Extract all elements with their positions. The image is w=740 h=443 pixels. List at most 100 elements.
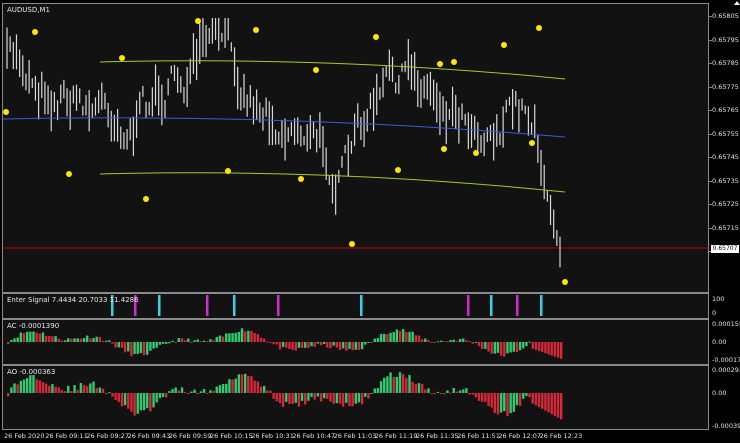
- ac-histogram-bar: [509, 342, 512, 353]
- ac-histogram-bar: [547, 342, 550, 355]
- time-axis-label: 26 Feb 10:31: [251, 432, 294, 440]
- fractal-marker: [253, 27, 259, 33]
- enter-signal-bar: [233, 295, 236, 316]
- ao-histogram-bar: [547, 393, 550, 413]
- ac-histogram-bar: [237, 331, 241, 342]
- ao-histogram-bar: [266, 390, 269, 393]
- ac-histogram-bar: [332, 342, 335, 346]
- chart-shift-icon[interactable]: [734, 1, 740, 5]
- ao-histogram-bar: [127, 393, 130, 409]
- ao-histogram-bar: [430, 393, 433, 394]
- ao-histogram-bar: [468, 393, 471, 395]
- ao-pane[interactable]: AO -0.000363: [2, 365, 709, 430]
- ao-histogram-bar: [95, 388, 98, 393]
- ao-histogram-bar: [206, 393, 209, 394]
- ac-histogram-bar: [433, 342, 436, 343]
- ao-histogram-bar: [174, 387, 177, 393]
- price-scale-label: 0.65775: [712, 82, 739, 91]
- ao-histogram-bar: [471, 393, 474, 395]
- ao-histogram-bar: [275, 393, 278, 402]
- ao-histogram-bar: [225, 383, 228, 393]
- ao-histogram-bar: [345, 393, 348, 403]
- ao-histogram-bar: [29, 375, 32, 393]
- ao-histogram-bar: [54, 386, 57, 393]
- ac-histogram-bar: [127, 342, 130, 352]
- ao-histogram-bar: [541, 393, 544, 409]
- ao-histogram-bar: [244, 373, 247, 393]
- ac-histogram-bar: [525, 342, 528, 347]
- ao-histogram-bar: [417, 383, 421, 393]
- time-axis-label: 26 Feb 09:27: [86, 432, 130, 440]
- ac-histogram-bar: [95, 336, 98, 342]
- ao-histogram-bar: [250, 376, 253, 393]
- upper-band-line: [99, 60, 566, 80]
- ao-histogram-bar: [13, 383, 16, 393]
- ao-histogram-bar: [332, 393, 335, 404]
- ac-histogram-bar: [512, 342, 515, 352]
- ac-histogram-bar: [427, 340, 430, 342]
- ao-histogram-bar: [304, 393, 307, 405]
- ac-histogram-bar: [155, 342, 158, 348]
- ac-histogram-bar: [439, 340, 443, 342]
- ac-histogram-bar: [215, 337, 218, 342]
- ac-histogram-bar: [212, 340, 215, 342]
- ao-histogram-bar: [477, 393, 481, 401]
- price-chart-pane[interactable]: AUDUSD,M1: [2, 3, 709, 293]
- ac-histogram-bar: [345, 342, 348, 351]
- fractal-marker: [32, 29, 38, 35]
- ac-pane[interactable]: AC -0.0001390: [2, 319, 709, 365]
- ac-histogram-bar: [114, 342, 117, 348]
- ao-histogram-bar: [319, 393, 323, 402]
- ao-histogram-bar: [443, 393, 446, 395]
- ac-histogram-bar: [443, 341, 446, 343]
- ao-histogram-bar: [158, 393, 162, 398]
- fractal-marker: [441, 146, 447, 152]
- ac-histogram-bar: [414, 335, 418, 342]
- ac-histogram-bar: [471, 342, 474, 344]
- ao-histogram-bar: [402, 374, 405, 393]
- ac-histogram-bar: [108, 340, 111, 342]
- ac-histogram-bar: [556, 342, 560, 358]
- ac-scale-zero: 0.00: [712, 338, 727, 346]
- fractal-marker: [562, 279, 568, 285]
- ao-histogram-bar: [503, 393, 506, 412]
- ac-histogram-bar: [367, 342, 370, 343]
- fractal-marker: [3, 109, 9, 115]
- ao-scale-min: -0.000394: [712, 422, 740, 430]
- ac-histogram-bar: [180, 338, 184, 342]
- ac-histogram-bar: [89, 338, 92, 342]
- enter-signal-bar: [490, 295, 493, 316]
- ao-histogram-bar: [281, 393, 285, 407]
- enter-signal-bar: [360, 295, 363, 316]
- ac-histogram-bar: [446, 341, 449, 343]
- ao-histogram-bar: [405, 378, 408, 393]
- ac-histogram-bar: [487, 342, 490, 352]
- ao-histogram-bar: [25, 378, 29, 393]
- ao-histogram-bar: [408, 375, 411, 393]
- ac-histogram-bar: [51, 336, 54, 342]
- ac-histogram-bar: [304, 342, 307, 348]
- ao-scale-zero: 0.00: [712, 389, 727, 397]
- enter-signal-pane[interactable]: Enter Signal 7.4434 20.7033 11.4286: [2, 293, 709, 319]
- ac-histogram-bar: [10, 339, 13, 342]
- ao-histogram-bar: [231, 379, 234, 393]
- ac-histogram-bar: [360, 342, 364, 350]
- ao-histogram-bar: [22, 379, 26, 393]
- ao-histogram-bar: [474, 393, 478, 398]
- ao-histogram-bar: [528, 393, 531, 398]
- ao-histogram-bar: [556, 393, 560, 418]
- price-scale-tick: [709, 39, 712, 41]
- ac-histogram-bar: [493, 342, 497, 354]
- ac-histogram-bar: [424, 338, 427, 342]
- ao-histogram-bar: [51, 384, 54, 393]
- ac-histogram-bar: [57, 338, 60, 342]
- ac-histogram-bar: [250, 330, 253, 342]
- ac-histogram-bar: [398, 330, 402, 342]
- time-axis-label: 26 Feb 12:23: [539, 432, 583, 440]
- ao-histogram-bar: [522, 393, 525, 399]
- ac-histogram-bar: [149, 342, 152, 351]
- ac-histogram-bar: [307, 342, 310, 348]
- ao-histogram-bar: [73, 385, 76, 393]
- time-axis-label: 26 Feb 10:47: [292, 432, 336, 440]
- price-chart-canvas: [3, 18, 708, 285]
